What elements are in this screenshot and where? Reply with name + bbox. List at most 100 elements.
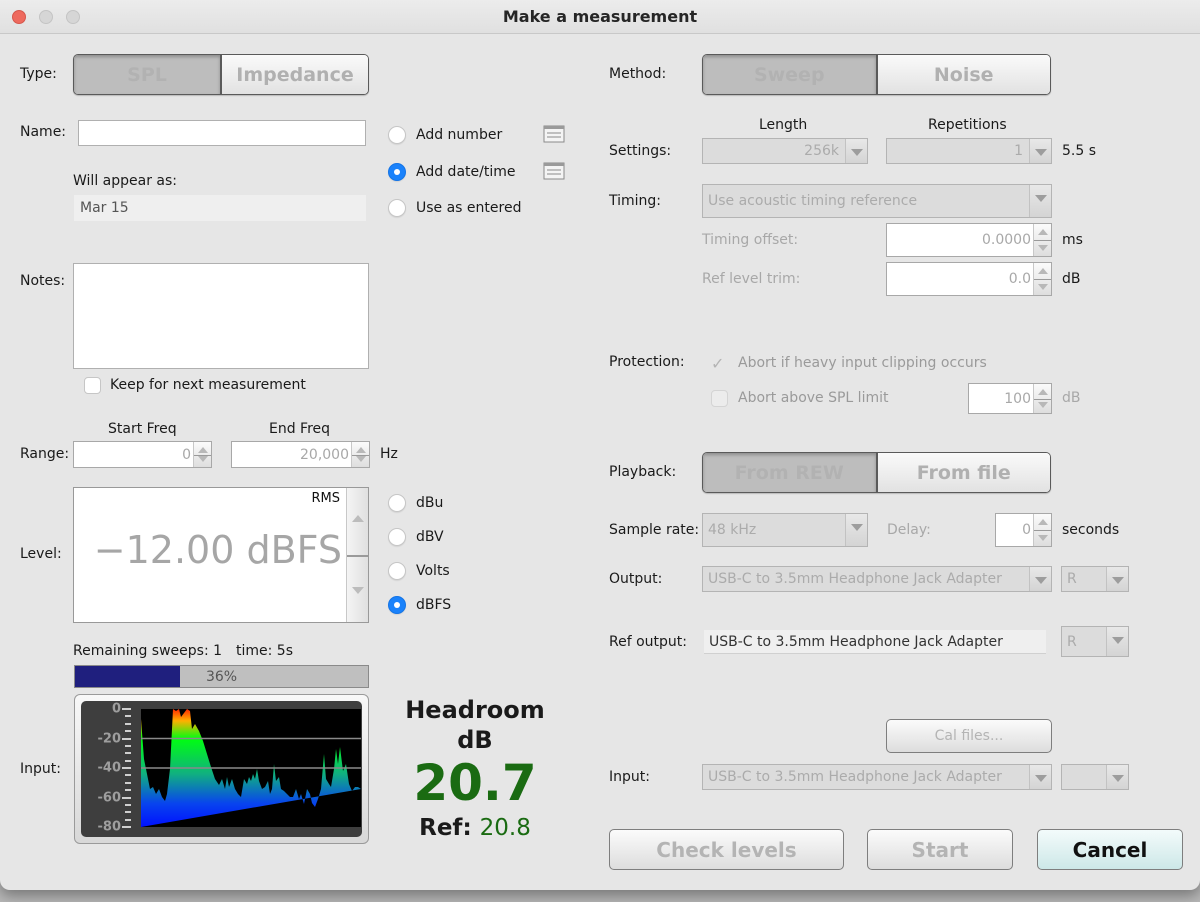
range-label: Range:: [20, 446, 70, 462]
end-freq-value: 20,000: [300, 446, 349, 463]
remaining-sweeps-text: Remaining sweeps: 1: [73, 643, 223, 659]
playback-from-file-segment[interactable]: From file: [877, 453, 1050, 492]
unit-dbfs-radio[interactable]: [388, 596, 406, 614]
notes-textarea[interactable]: [73, 263, 369, 369]
keep-next-label: Keep for next measurement: [110, 377, 306, 393]
unit-dbu-radio[interactable]: [388, 494, 406, 512]
add-date-time-label: Add date/time: [416, 164, 516, 180]
input-device-value: USB-C to 3.5mm Headphone Jack Adapter: [708, 769, 1002, 785]
timing-offset-label: Timing offset:: [702, 232, 799, 248]
add-number-radio[interactable]: [388, 126, 406, 144]
unit-dbv-radio[interactable]: [388, 528, 406, 546]
playback-label: Playback:: [609, 464, 677, 480]
meter-scale-label: -60: [97, 790, 122, 805]
meter-scale-tick: [125, 730, 131, 733]
chevron-down-icon: [1029, 185, 1051, 217]
level-up-arrow-icon[interactable]: [352, 515, 364, 522]
meter-scale-tick: [125, 774, 131, 777]
meter-scale-tick: [122, 737, 131, 740]
rms-label: RMS: [311, 491, 340, 506]
keep-next-checkbox[interactable]: [84, 377, 101, 394]
meter-scale-tick: [122, 796, 131, 799]
list-window-icon[interactable]: [543, 162, 565, 180]
timing-value: Use acoustic timing reference: [708, 193, 918, 209]
method-label: Method:: [609, 66, 667, 82]
unit-volts-label: Volts: [416, 563, 450, 579]
type-impedance-segment[interactable]: Impedance: [222, 55, 368, 94]
input-channel-dropdown[interactable]: [1061, 764, 1129, 790]
end-freq-spinner[interactable]: 20,000: [231, 441, 370, 468]
sample-rate-label: Sample rate:: [609, 522, 700, 538]
ref-level-trim-label: Ref level trim:: [702, 271, 801, 287]
spl-limit-unit: dB: [1062, 390, 1081, 406]
timing-offset-spinner[interactable]: 0.0000: [886, 223, 1052, 257]
method-noise-segment[interactable]: Noise: [877, 55, 1050, 94]
headroom-ref: Ref: 20.8: [400, 815, 550, 841]
sample-rate-dropdown[interactable]: 48 kHz: [702, 513, 868, 547]
timing-label: Timing:: [609, 193, 662, 209]
sample-rate-value: 48 kHz: [708, 522, 757, 538]
method-segmented-control: Sweep Noise: [702, 54, 1051, 95]
level-spinner[interactable]: RMS −12.00 dBFS: [73, 487, 369, 623]
input-device-label: Input:: [609, 769, 650, 785]
spl-limit-spinner[interactable]: 100: [968, 383, 1052, 414]
hz-unit-label: Hz: [380, 446, 398, 462]
chevron-down-icon: [1029, 139, 1051, 163]
timing-offset-value: 0.0000: [982, 232, 1031, 248]
meter-scale-tick: [125, 811, 131, 814]
unit-volts-radio[interactable]: [388, 562, 406, 580]
meter-scale-tick: [125, 818, 131, 821]
list-window-icon[interactable]: [543, 125, 565, 143]
chevron-down-icon: [845, 139, 867, 163]
chevron-down-icon: [845, 514, 867, 546]
abort-spl-checkbox[interactable]: [711, 390, 728, 407]
meter-scale-tick: [122, 826, 131, 828]
ref-output-device-value: USB-C to 3.5mm Headphone Jack Adapter: [709, 634, 1003, 650]
ref-level-trim-spinner[interactable]: 0.0: [886, 262, 1052, 296]
delay-value: 0: [1022, 522, 1031, 538]
input-label: Input:: [20, 761, 61, 777]
input-device-dropdown[interactable]: USB-C to 3.5mm Headphone Jack Adapter: [702, 764, 1052, 790]
ref-output-channel-dropdown[interactable]: R: [1061, 626, 1129, 657]
type-segmented-control: SPL Impedance: [73, 54, 369, 95]
method-sweep-segment[interactable]: Sweep: [703, 55, 878, 94]
cal-files-button[interactable]: Cal files...: [886, 719, 1052, 753]
cancel-button[interactable]: Cancel: [1037, 829, 1183, 870]
abort-clipping-checkbox[interactable]: ✓: [711, 355, 728, 372]
name-input[interactable]: [78, 120, 366, 146]
meter-scale-tick: [125, 789, 131, 792]
headroom-title: Headroom: [405, 696, 545, 724]
window-title: Make a measurement: [502, 7, 698, 26]
level-down-arrow-icon[interactable]: [352, 587, 364, 594]
meter-scale-tick: [125, 744, 131, 747]
timing-dropdown[interactable]: Use acoustic timing reference: [702, 184, 1052, 218]
output-device-dropdown[interactable]: USB-C to 3.5mm Headphone Jack Adapter: [702, 566, 1052, 592]
length-dropdown[interactable]: 256k: [702, 138, 868, 164]
meter-scale-tick: [122, 767, 131, 769]
use-as-entered-radio[interactable]: [388, 199, 406, 217]
start-button[interactable]: Start: [867, 829, 1013, 870]
ref-level-trim-value: 0.0: [1008, 271, 1031, 287]
end-freq-label: End Freq: [269, 421, 331, 437]
output-channel-dropdown[interactable]: R: [1061, 566, 1129, 592]
use-as-entered-label: Use as entered: [416, 200, 522, 216]
will-appear-label: Will appear as:: [73, 173, 177, 189]
start-freq-spinner[interactable]: 0: [73, 441, 212, 468]
delay-spinner[interactable]: 0: [995, 513, 1052, 547]
abort-spl-label: Abort above SPL limit: [738, 390, 889, 406]
unit-dbv-label: dBV: [416, 529, 444, 545]
level-value: −12.00 dBFS: [93, 528, 342, 572]
repetitions-dropdown[interactable]: 1: [886, 138, 1052, 164]
title-bar: Make a measurement: [0, 0, 1200, 34]
check-levels-button[interactable]: Check levels: [609, 829, 844, 870]
playback-from-rew-segment[interactable]: From REW: [703, 453, 878, 492]
unit-dbfs-label: dBFS: [416, 597, 452, 613]
type-spl-segment[interactable]: SPL: [74, 55, 222, 94]
chevron-down-icon: [1106, 567, 1128, 591]
level-stepper[interactable]: [346, 488, 368, 622]
add-date-time-radio[interactable]: [388, 163, 406, 181]
level-label: Level:: [20, 546, 62, 562]
ref-output-channel-value: R: [1067, 633, 1077, 650]
progress-label: 36%: [205, 668, 238, 685]
meter-scale-tick: [122, 708, 131, 710]
